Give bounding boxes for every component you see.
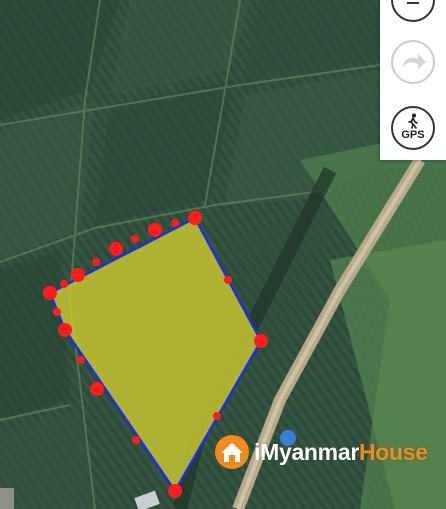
- vertex-marker: [90, 382, 104, 396]
- vertex-marker: [60, 280, 68, 288]
- vertex-marker: [188, 211, 202, 225]
- walking-person-icon: [408, 113, 418, 129]
- vertex-marker: [171, 219, 179, 227]
- undo-button[interactable]: [391, 0, 435, 22]
- map-toolbar: GPS: [380, 0, 446, 160]
- vertex-marker: [92, 258, 100, 266]
- vertex-marker: [213, 412, 221, 420]
- vertex-marker: [77, 356, 85, 364]
- redo-icon: [402, 54, 426, 69]
- vertex-marker: [254, 334, 268, 348]
- vertex-marker: [71, 268, 85, 282]
- vertex-marker: [132, 436, 140, 444]
- watermark-text-primary: iMyanmar: [254, 438, 359, 465]
- vertex-marker: [148, 223, 162, 237]
- redo-button[interactable]: [391, 40, 435, 84]
- vertex-marker: [109, 242, 123, 256]
- undo-icon: [407, 2, 419, 4]
- vertex-marker: [131, 235, 139, 243]
- house-logo-icon: [215, 435, 249, 469]
- vertex-marker: [43, 286, 57, 300]
- vertex-marker: [168, 484, 182, 498]
- vertex-marker: [53, 308, 61, 316]
- gps-label: GPS: [401, 129, 425, 141]
- gps-button[interactable]: GPS: [391, 106, 435, 150]
- vertex-marker: [58, 323, 72, 337]
- watermark: iMyanmarHouse: [214, 430, 428, 472]
- vertex-marker: [224, 276, 232, 284]
- location-dot-icon: [280, 430, 296, 446]
- watermark-text-secondary: House: [358, 438, 428, 465]
